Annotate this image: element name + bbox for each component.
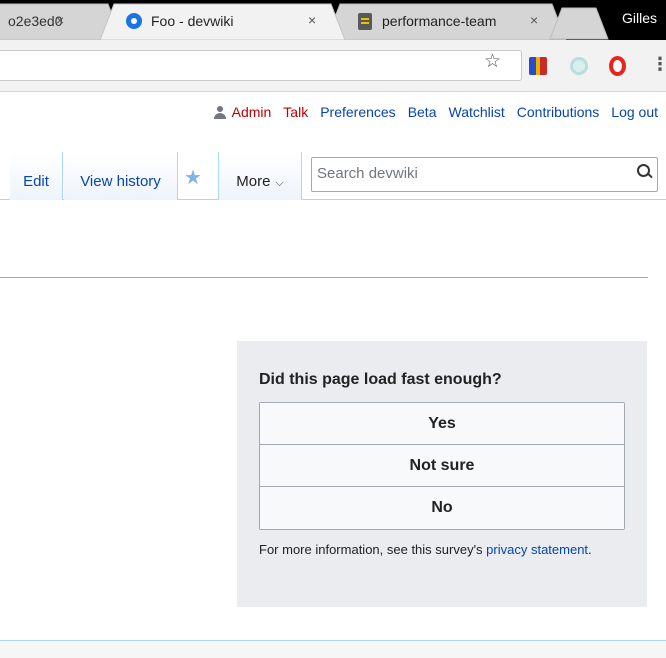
new-tab-button[interactable] — [548, 6, 610, 40]
survey-question: Did this page load fast enough? — [259, 371, 502, 388]
survey-footer-end: . — [588, 542, 592, 557]
chevron-down-icon: ⌵ — [275, 177, 284, 189]
more-label: More — [236, 173, 271, 190]
survey-footer: For more information, see this survey's … — [259, 539, 619, 561]
user-icon — [213, 105, 227, 119]
extension-icon[interactable] — [570, 57, 588, 75]
opera-extension-icon[interactable] — [609, 56, 626, 76]
heading-divider — [0, 277, 648, 278]
watch-star-icon[interactable]: ★ — [184, 165, 202, 190]
document-favicon-icon — [358, 12, 372, 30]
tab-title: Foo - devwiki — [151, 13, 234, 29]
logout-link[interactable]: Log out — [611, 104, 658, 120]
tab-title: o2e3ed0 — [8, 13, 63, 29]
beta-link[interactable]: Beta — [408, 104, 437, 120]
extension-icon[interactable] — [529, 57, 547, 75]
profile-name[interactable]: Gilles — [622, 10, 657, 26]
tab-title: performance-team — [382, 13, 497, 29]
close-icon[interactable]: × — [530, 12, 538, 28]
browser-tab-active[interactable]: Foo - devwiki × — [100, 2, 345, 40]
devwiki-favicon-icon — [126, 13, 142, 29]
survey-option-not-sure[interactable]: Not sure — [260, 445, 624, 487]
tab-edit[interactable]: Edit — [10, 152, 63, 200]
close-icon[interactable]: × — [56, 12, 64, 28]
search-input[interactable] — [312, 158, 612, 189]
search-box — [311, 157, 658, 192]
tab-view-history[interactable]: View history — [64, 152, 178, 200]
survey-option-no[interactable]: No — [260, 487, 624, 529]
preferences-link[interactable]: Preferences — [320, 104, 395, 120]
kebab-menu-icon[interactable]: ⋮ — [651, 54, 666, 75]
personal-tools: Admin Talk Preferences Beta Watchlist Co… — [213, 104, 658, 120]
address-bar[interactable] — [0, 50, 522, 81]
close-icon[interactable]: × — [308, 12, 316, 28]
survey-footer-text: For more information, see this survey's — [259, 542, 487, 557]
browser-tab-bar: o2e3ed0 × performance-team × Foo - devwi… — [0, 0, 666, 40]
contributions-link[interactable]: Contributions — [517, 104, 600, 120]
user-page-link[interactable]: Admin — [213, 104, 272, 120]
more-menu-button[interactable]: More ⌵ — [218, 152, 302, 200]
page-footer-edge — [0, 640, 666, 658]
survey-option-yes[interactable]: Yes — [260, 403, 624, 445]
search-icon[interactable] — [637, 164, 652, 179]
talk-link[interactable]: Talk — [283, 104, 308, 120]
bookmark-star-icon[interactable]: ☆ — [484, 52, 501, 71]
browser-toolbar: ☆ ⋮ — [0, 40, 666, 92]
performance-survey: Did this page load fast enough? Yes Not … — [237, 341, 647, 607]
user-name: Admin — [231, 104, 272, 120]
privacy-statement-link[interactable]: privacy statement — [486, 542, 588, 557]
browser-tab[interactable]: performance-team × — [326, 2, 566, 40]
watchlist-link[interactable]: Watchlist — [449, 104, 505, 120]
survey-options: Yes Not sure No — [259, 402, 625, 530]
